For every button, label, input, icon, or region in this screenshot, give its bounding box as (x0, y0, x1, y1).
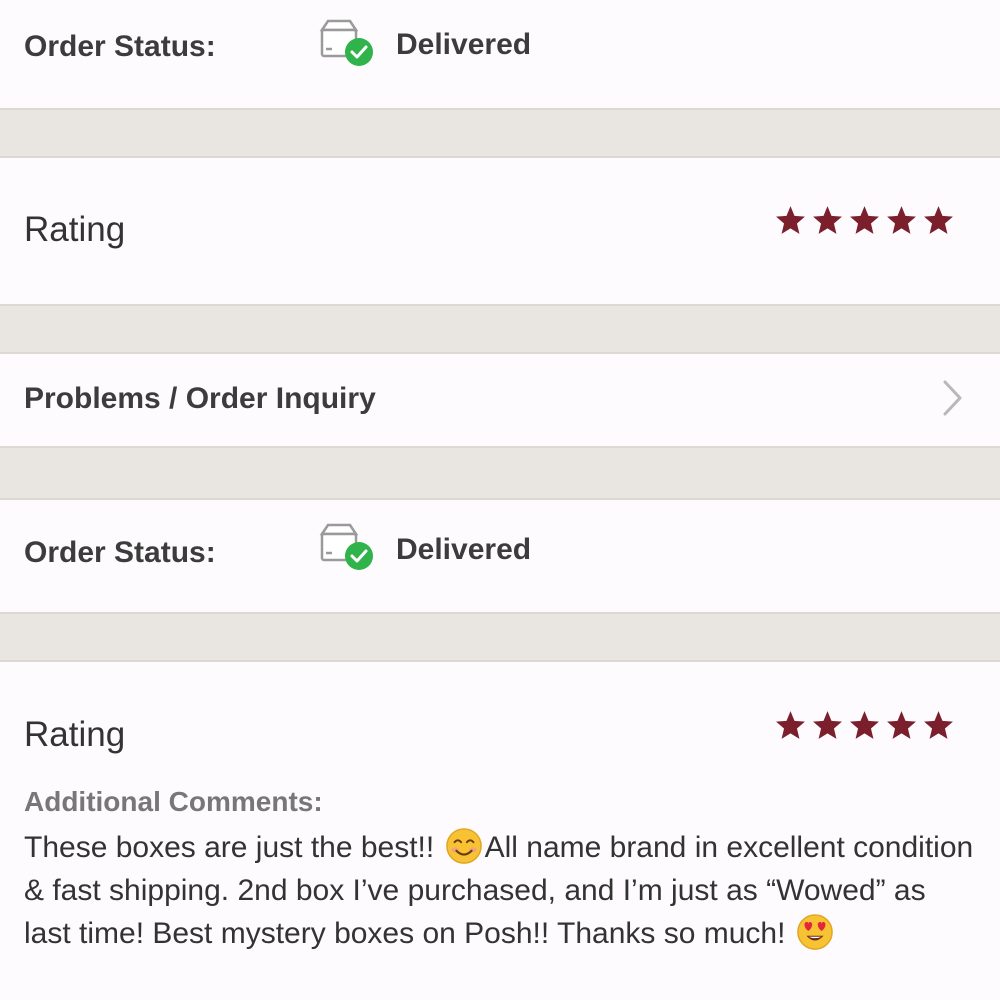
additional-comments-text: These boxes are just the best!! All name… (24, 826, 974, 955)
heart-eyes-emoji (796, 914, 833, 950)
star-icon (887, 711, 916, 739)
order-status-row: Order Status: Delivered (0, 0, 1000, 108)
section-separator (0, 108, 1000, 158)
star-icon (813, 711, 842, 739)
section-separator (0, 304, 1000, 354)
order-status-label: Order Status: (24, 30, 216, 63)
star-icon (850, 206, 879, 234)
star-icon (887, 206, 916, 234)
star-icon (776, 711, 805, 739)
star-icon (813, 206, 842, 234)
problems-order-inquiry-label: Problems / Order Inquiry (24, 382, 376, 415)
star-icon (924, 711, 953, 739)
star-icon (850, 711, 879, 739)
rating-row: Rating (0, 158, 1000, 304)
problems-order-inquiry-row[interactable]: Problems / Order Inquiry (0, 354, 1000, 446)
box-check-icon (319, 19, 373, 66)
order-status-value: Delivered (396, 533, 532, 566)
rating-comments-row: Rating Additional Comments: These boxes … (0, 662, 1000, 1000)
rating-label: Rating (24, 210, 126, 249)
order-status-value: Delivered (396, 28, 532, 61)
star-icon (776, 206, 805, 234)
box-check-icon (319, 523, 373, 570)
rating-stars (774, 204, 955, 237)
additional-comments-title: Additional Comments: (24, 786, 323, 817)
comment-text-part1: These boxes are just the best!! (24, 831, 443, 864)
rating-label: Rating (24, 715, 126, 754)
order-status-row: Order Status: Delivered (0, 500, 1000, 612)
rating-stars (774, 709, 955, 742)
chevron-right-icon (943, 380, 962, 416)
smiling-face-emoji (445, 828, 482, 864)
section-separator (0, 446, 1000, 500)
section-separator (0, 612, 1000, 662)
star-icon (924, 206, 953, 234)
order-status-label: Order Status: (24, 536, 216, 569)
